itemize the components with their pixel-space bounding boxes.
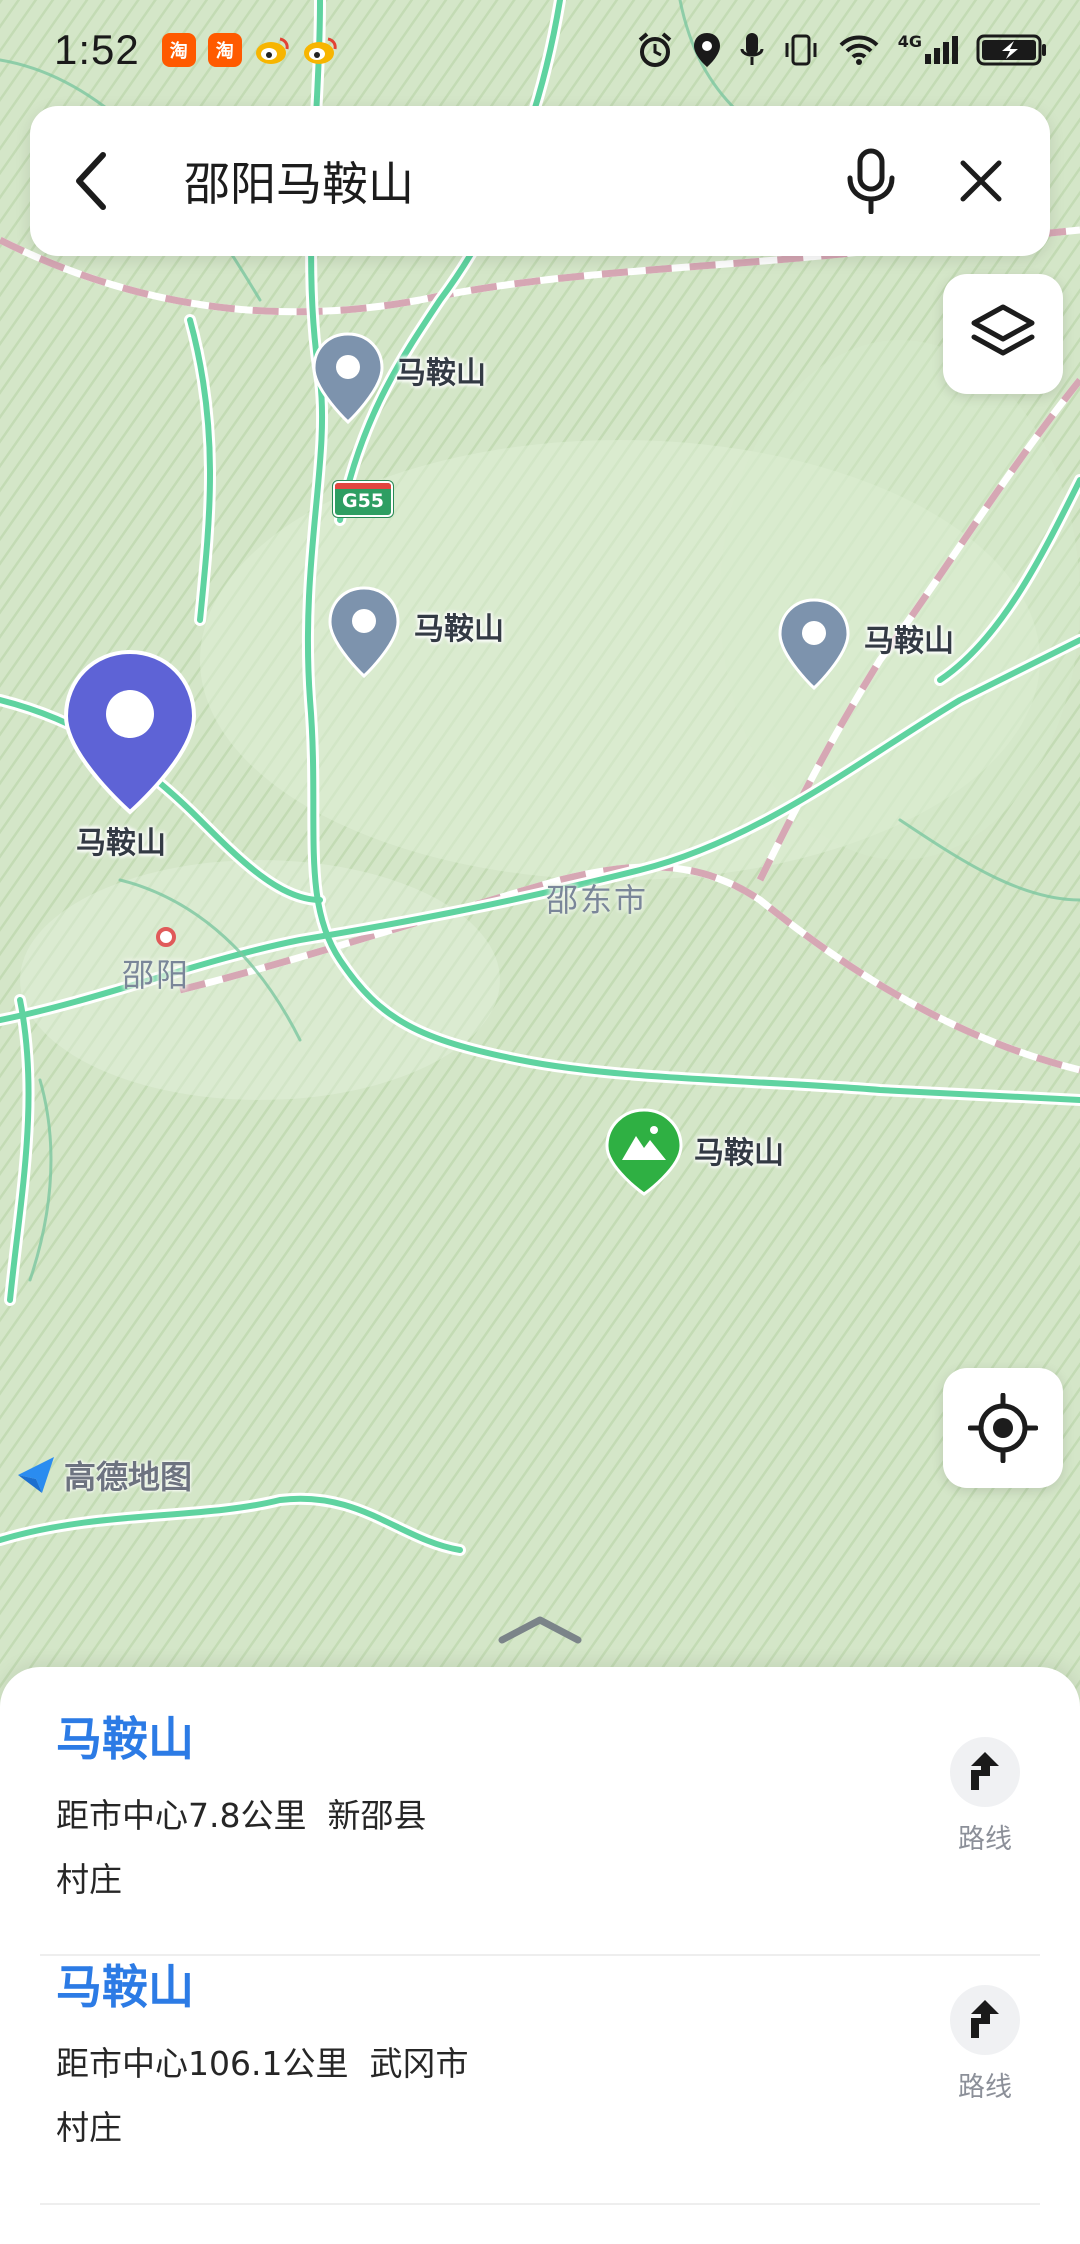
brand-name: 高德地图 [64,1458,193,1496]
route-label[interactable]: 路线 [950,2065,1020,2104]
search-bar: 邵阳马鞍山 [30,106,1050,256]
back-button[interactable] [36,106,146,256]
taobao-icon: 淘 [207,33,242,67]
network-type: 4G [897,32,922,51]
city-label-shaoyang: 邵阳 [122,956,191,994]
result-meta: 距市中心7.8公里 新邵县 [56,1789,426,1837]
my-location-button[interactable] [943,1368,1063,1488]
g55-road-shield: G55 [333,481,393,517]
clear-search-button[interactable] [926,106,1036,256]
marker-label[interactable]: 马鞍山 [864,616,954,660]
wifi-icon [839,35,879,65]
taobao-icon: 淘 [161,33,196,67]
microphone-icon [847,148,895,214]
result-name[interactable]: 马鞍山 [56,1951,194,2017]
result-distance: 距市中心106.1公里 [56,2044,349,2083]
result-item[interactable]: 马鞍山 距市中心7.8公里 新邵县 村庄 路线 [40,1667,1040,1915]
layers-icon [971,304,1035,356]
result-meta: 距市中心106.1公里 武冈市 [56,2037,468,2085]
location-pin-icon[interactable] [776,598,852,690]
voice-search-button[interactable] [816,106,926,256]
location-pin-icon[interactable] [326,586,402,678]
result-region: 武冈市 [369,2044,469,2083]
amap-brand: 高德地图 [14,1452,192,1498]
scenic-marker-label[interactable]: 马鞍山 [694,1128,784,1172]
chevron-left-icon [76,152,106,210]
route-arrow-icon [971,1752,999,1790]
route-button[interactable]: 路线 [950,1985,1020,2104]
microphone-status-icon [740,33,764,65]
selected-marker-label[interactable]: 马鞍山 [76,818,166,862]
location-icon [693,33,720,67]
city-label-shaodong: 邵东市 [546,881,649,919]
sheet-expand-handle-icon[interactable] [496,1612,584,1646]
result-name[interactable]: 马鞍山 [56,1703,194,1769]
route-label[interactable]: 路线 [950,1817,1020,1856]
route-arrow-icon [971,2000,999,2038]
selected-location-pin-icon[interactable] [60,648,200,816]
location-pin-icon[interactable] [310,332,386,424]
status-bar: 1:52 淘 淘 4G [0,0,1080,100]
status-time: 1:52 [54,26,140,73]
scenic-mountain-pin-icon[interactable] [604,1108,684,1196]
locate-crosshair-icon [968,1393,1038,1463]
result-region: 新邵县 [327,1796,427,1835]
marker-label[interactable]: 马鞍山 [414,604,504,648]
close-icon [960,160,1002,202]
result-distance: 距市中心7.8公里 [56,1796,307,1835]
map-layers-button[interactable] [943,274,1063,394]
results-sheet: 马鞍山 距市中心7.8公里 新邵县 村庄 路线 马鞍山 距市中心106.1公里 … [0,1667,1080,2244]
weibo-icon [303,37,337,64]
vibrate-icon [785,34,817,66]
result-category: 村庄 [56,1860,122,1899]
result-category: 村庄 [56,2108,122,2147]
weibo-icon [255,37,289,64]
amap-logo-icon [18,1457,54,1493]
search-query-text[interactable]: 邵阳马鞍山 [146,148,816,214]
alarm-clock-icon [638,32,672,67]
marker-label[interactable]: 马鞍山 [396,348,486,392]
cellular-signal-icon: 4G [897,32,958,64]
route-button[interactable]: 路线 [950,1737,1020,1856]
divider [40,2203,1040,2205]
battery-charging-icon [976,34,1046,66]
result-item[interactable]: 马鞍山 距市中心106.1公里 武冈市 村庄 路线 [40,1915,1040,2163]
